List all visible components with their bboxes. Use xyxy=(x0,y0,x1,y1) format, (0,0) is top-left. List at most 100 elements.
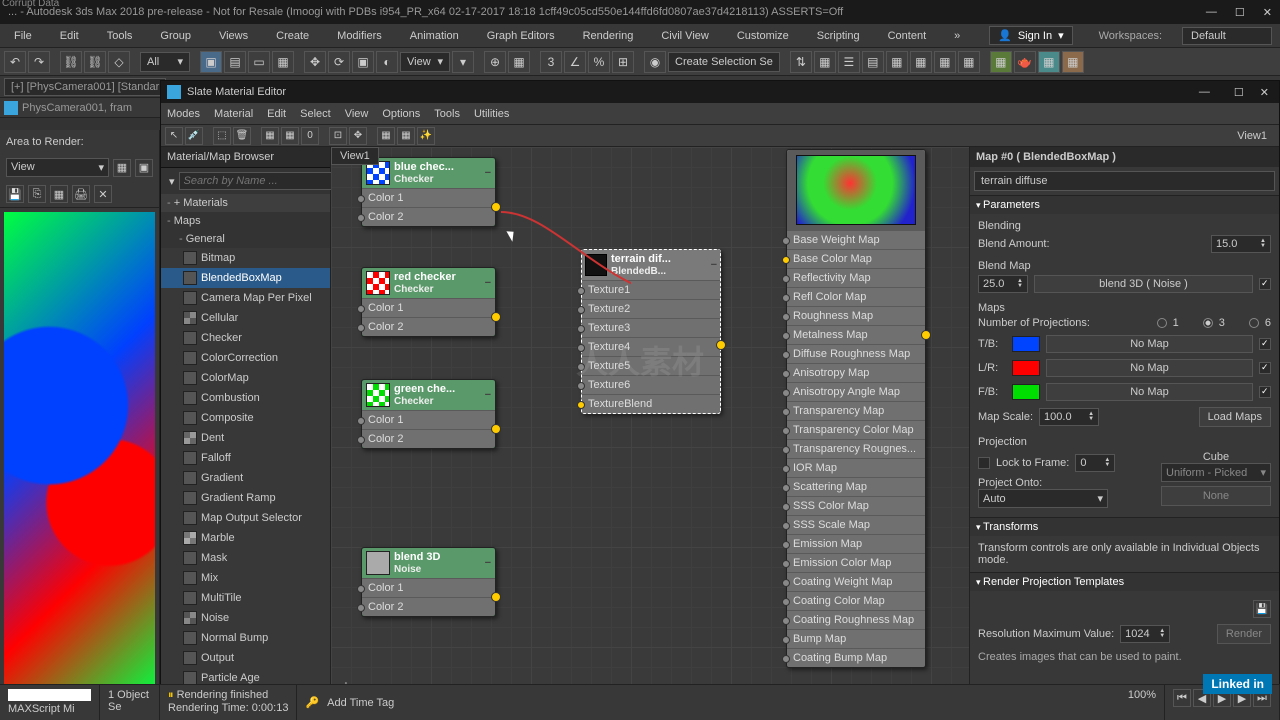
clone-icon[interactable]: ▦ xyxy=(50,185,68,203)
slate-menu-options[interactable]: Options xyxy=(382,108,420,120)
slate-minimize-icon[interactable]: — xyxy=(1199,86,1210,98)
rollout-transforms[interactable]: Transforms xyxy=(970,517,1279,536)
slate-menu-view[interactable]: View xyxy=(345,108,369,120)
slate-delete-icon[interactable]: 🗑 xyxy=(233,127,251,145)
cat-maps[interactable]: Maps xyxy=(161,212,330,230)
copy-icon[interactable]: ⎘ xyxy=(28,185,46,203)
node-canvas[interactable]: View1 blue chec...Checker− Color 1 Color… xyxy=(331,147,969,699)
node-noise[interactable]: blend 3DNoise− Color 1 Color 2 xyxy=(361,547,496,617)
slate-menu-edit[interactable]: Edit xyxy=(267,108,286,120)
blowup-icon[interactable]: ▣ xyxy=(135,159,153,177)
menu-scripting[interactable]: Scripting xyxy=(811,28,866,44)
blend-map-button[interactable]: blend 3D ( Noise ) xyxy=(1034,275,1253,293)
redo-icon[interactable]: ↷ xyxy=(28,51,50,73)
layer-icon[interactable]: ☰ xyxy=(838,51,860,73)
coord-combo[interactable]: View▾ xyxy=(400,52,450,72)
map-colormap[interactable]: ColorMap xyxy=(161,368,330,388)
goto-start-icon[interactable]: ⏮ xyxy=(1173,689,1191,707)
map-cellular[interactable]: Cellular xyxy=(161,308,330,328)
spinner-snap-icon[interactable]: ⊞ xyxy=(612,51,634,73)
map-gradient-ramp[interactable]: Gradient Ramp xyxy=(161,488,330,508)
proj-6-radio[interactable] xyxy=(1249,318,1259,328)
map-noise[interactable]: Noise xyxy=(161,608,330,628)
lockframe-spinner[interactable]: 0▲▼ xyxy=(1075,454,1115,472)
slate-0-icon[interactable]: 0 xyxy=(301,127,319,145)
menu-animation[interactable]: Animation xyxy=(404,28,465,44)
slate-menu-select[interactable]: Select xyxy=(300,108,331,120)
menu-file[interactable]: File xyxy=(8,28,38,44)
slate-pick-icon[interactable]: ↖ xyxy=(165,127,183,145)
area-render-combo[interactable]: View▾ xyxy=(6,158,109,177)
snap-icon[interactable]: ⊕ xyxy=(484,51,506,73)
material-editor-icon[interactable]: ▦ xyxy=(910,51,932,73)
map-checker[interactable]: Checker xyxy=(161,328,330,348)
print-icon[interactable]: 🖨 xyxy=(72,185,90,203)
render-iter-icon[interactable]: ▦ xyxy=(1062,51,1084,73)
slate-close-icon[interactable]: ✕ xyxy=(1260,86,1269,99)
browser-tree[interactable]: + Materials Maps General Bitmap BlendedB… xyxy=(161,194,330,699)
mirror-icon[interactable]: ⇅ xyxy=(790,51,812,73)
map-composite[interactable]: Composite xyxy=(161,408,330,428)
select-name-icon[interactable]: ▤ xyxy=(224,51,246,73)
teapot-icon[interactable]: 🫖 xyxy=(1014,51,1036,73)
slate-move-icon[interactable]: ▦ xyxy=(261,127,279,145)
rotate-icon[interactable]: ⟳ xyxy=(328,51,350,73)
bind-icon[interactable]: ◇ xyxy=(108,51,130,73)
fb-map-button[interactable]: No Map xyxy=(1046,383,1253,401)
percent-snap-icon[interactable]: % xyxy=(588,51,610,73)
resmax-spinner[interactable]: 1024▲▼ xyxy=(1120,625,1170,643)
slate-layout-icon[interactable]: ▦ xyxy=(281,127,299,145)
mapscale-spinner[interactable]: 100.0▲▼ xyxy=(1039,408,1099,426)
collapse-icon[interactable]: − xyxy=(485,167,491,179)
menu-views[interactable]: Views xyxy=(213,28,254,44)
slate-grid-icon[interactable]: ▦ xyxy=(377,127,395,145)
select-icon[interactable]: ▣ xyxy=(200,51,222,73)
uniform-combo[interactable]: Uniform - Picked▾ xyxy=(1161,463,1271,482)
map-mix[interactable]: Mix xyxy=(161,568,330,588)
region-icon[interactable]: ▦ xyxy=(113,159,131,177)
align-icon[interactable]: ▦ xyxy=(814,51,836,73)
map-normal-bump[interactable]: Normal Bump xyxy=(161,628,330,648)
link-icon[interactable]: ⛓ xyxy=(60,51,82,73)
node-blue-checker[interactable]: blue chec...Checker− Color 1 Color 2 xyxy=(361,157,496,227)
lr-check[interactable] xyxy=(1259,362,1271,374)
rollout-render-proj[interactable]: Render Projection Templates xyxy=(970,572,1279,591)
key-icon[interactable]: 🔑 xyxy=(305,696,319,709)
node-green-checker[interactable]: green che...Checker− Color 1 Color 2 xyxy=(361,379,496,449)
lr-map-button[interactable]: No Map xyxy=(1046,359,1253,377)
slate-assign-icon[interactable]: ⬚ xyxy=(213,127,231,145)
close-icon[interactable]: ✕ xyxy=(1263,6,1272,19)
lockframe-check[interactable] xyxy=(978,457,990,469)
slate-menu-tools[interactable]: Tools xyxy=(434,108,460,120)
blend-map-spinner[interactable]: 25.0▲▼ xyxy=(978,275,1028,293)
slate-zoom-icon[interactable]: ⊡ xyxy=(329,127,347,145)
scale-icon[interactable]: ▣ xyxy=(352,51,374,73)
map-blendedboxmap[interactable]: BlendedBoxMap xyxy=(161,268,330,288)
slate-menu-material[interactable]: Material xyxy=(214,108,253,120)
node-terrain-diffuse[interactable]: terrain dif...BlendedB...− Texture1 Text… xyxy=(581,249,721,414)
map-combustion[interactable]: Combustion xyxy=(161,388,330,408)
map-falloff[interactable]: Falloff xyxy=(161,448,330,468)
menu-civil-view[interactable]: Civil View xyxy=(655,28,714,44)
slate-menu-utilities[interactable]: Utilities xyxy=(474,108,509,120)
filter-combo[interactable]: All▾ xyxy=(140,52,190,72)
map-multitile[interactable]: MultiTile xyxy=(161,588,330,608)
none-button[interactable]: None xyxy=(1161,486,1271,506)
render-frame-icon[interactable]: ▦ xyxy=(958,51,980,73)
node-red-checker[interactable]: red checkerChecker− Color 1 Color 2 xyxy=(361,267,496,337)
placement-icon[interactable]: ◐ xyxy=(376,51,398,73)
workspace-select[interactable]: Default xyxy=(1182,27,1272,45)
collapse-icon[interactable]: − xyxy=(485,389,491,401)
maximize-icon[interactable]: ☐ xyxy=(1235,6,1245,19)
blend-amount-spinner[interactable]: 15.0▲▼ xyxy=(1211,235,1271,253)
menu-create[interactable]: Create xyxy=(270,28,315,44)
slate-wand-icon[interactable]: ✨ xyxy=(417,127,435,145)
chevron-down-icon[interactable]: ▾ xyxy=(165,175,179,188)
render-setup-icon[interactable]: ▦ xyxy=(934,51,956,73)
schematic-icon[interactable]: ▦ xyxy=(886,51,908,73)
menu-group[interactable]: Group xyxy=(154,28,197,44)
menu-overflow-icon[interactable]: » xyxy=(948,28,966,44)
curve-editor-icon[interactable]: ▤ xyxy=(862,51,884,73)
save-template-icon[interactable]: 💾 xyxy=(1253,600,1271,618)
snap3-icon[interactable]: 3 xyxy=(540,51,562,73)
